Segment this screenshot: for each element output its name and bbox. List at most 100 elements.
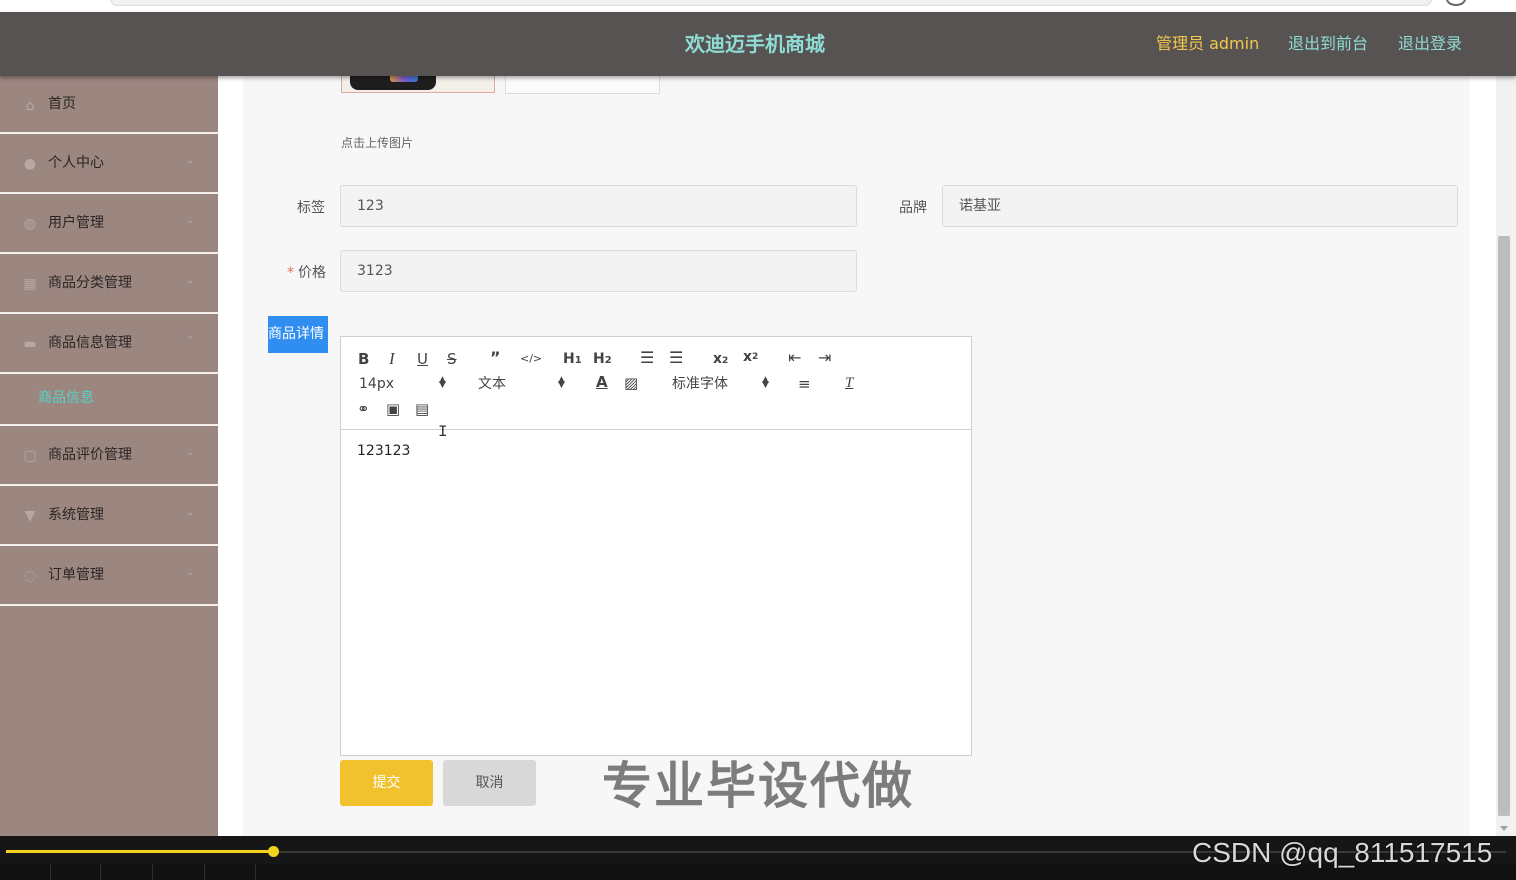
chevron-down-icon: ⌄ bbox=[186, 567, 195, 578]
tag-input[interactable]: 123 bbox=[340, 185, 857, 227]
sidebar-item-system-management[interactable]: ▼ 系统管理 ⌄ bbox=[0, 486, 218, 546]
chevron-down-icon: ⌄ bbox=[186, 507, 195, 518]
control-divider bbox=[50, 864, 51, 880]
chevron-down-icon: ⌄ bbox=[186, 447, 195, 458]
editor-toolbar: B I U S ” </> H1 H2 ☰ ☰ x2 x2 ⇤ ⇥ 14px ▲… bbox=[341, 337, 971, 430]
sidebar-item-label: 商品信息管理 bbox=[48, 335, 132, 351]
heading-1-icon[interactable]: H1 bbox=[563, 350, 582, 370]
font-color-icon[interactable]: A bbox=[596, 373, 608, 391]
chevron-down-icon: ⌄ bbox=[186, 155, 195, 166]
power-icon: ◌ bbox=[23, 568, 37, 584]
logout-link[interactable]: 退出登录 bbox=[1398, 12, 1462, 76]
required-mark: * bbox=[287, 265, 294, 281]
users-icon: ◍ bbox=[23, 216, 37, 232]
sidebar-item-label: 用户管理 bbox=[48, 215, 104, 231]
outdent-icon[interactable]: ⇤ bbox=[788, 349, 801, 367]
bullet-list-icon[interactable]: ☰ bbox=[669, 349, 683, 367]
page-scrollbar[interactable] bbox=[1496, 76, 1516, 836]
ordered-list-icon[interactable]: ☰ bbox=[640, 349, 654, 367]
italic-icon[interactable]: I bbox=[389, 350, 395, 368]
select-arrows-icon: ▲ ▼ bbox=[558, 375, 565, 390]
briefcase-icon: ▬ bbox=[23, 336, 37, 352]
price-label-text: 价格 bbox=[298, 265, 326, 281]
sidebar-item-label: 商品分类管理 bbox=[48, 275, 132, 291]
control-divider bbox=[152, 864, 153, 880]
superscript-icon[interactable]: x2 bbox=[743, 348, 758, 366]
sidebar-item-label: 系统管理 bbox=[48, 507, 104, 523]
editor-content[interactable]: 123123 bbox=[357, 443, 410, 459]
admin-label: 管理员 admin bbox=[1156, 34, 1260, 53]
control-divider bbox=[100, 864, 101, 880]
profile-icon[interactable] bbox=[1446, 0, 1466, 6]
sidebar-item-personal-center[interactable]: ● 个人中心 ⌄ bbox=[0, 134, 218, 194]
control-divider bbox=[255, 864, 256, 880]
price-label: * 价格 bbox=[287, 262, 326, 282]
brand-input[interactable]: 诺基亚 bbox=[942, 185, 1458, 227]
upload-image-hint[interactable]: 点击上传图片 bbox=[341, 134, 413, 151]
chevron-down-icon: ⌄ bbox=[186, 215, 195, 226]
price-input[interactable]: 3123 bbox=[340, 250, 857, 292]
watermark-corner: CSDN @qq_811517515 bbox=[1192, 837, 1493, 868]
top-header: 欢迪迈手机商城 管理员 admin 退出到前台 退出登录 bbox=[0, 12, 1516, 76]
sidebar-item-label: 首页 bbox=[48, 96, 76, 112]
cancel-button[interactable]: 取消 bbox=[443, 760, 536, 806]
font-family-value: 标准字体 bbox=[672, 376, 728, 392]
brand-label: 品牌 bbox=[899, 200, 927, 216]
sidebar-item-category-management[interactable]: ▦ 商品分类管理 ⌄ bbox=[0, 254, 218, 314]
exit-to-front-link[interactable]: 退出到前台 bbox=[1288, 12, 1368, 76]
background-color-icon[interactable]: ▨ bbox=[624, 374, 638, 392]
user-icon: ● bbox=[23, 156, 37, 172]
link-icon[interactable]: ⚭ bbox=[357, 400, 370, 418]
text-cursor-icon: I bbox=[438, 423, 448, 441]
progress-fill bbox=[6, 850, 273, 853]
grid-icon: ▦ bbox=[23, 276, 37, 292]
watermark-center: 专业毕设代做 bbox=[602, 757, 914, 815]
select-arrows-icon: ▲ ▼ bbox=[762, 375, 769, 390]
rich-text-editor[interactable]: B I U S ” </> H1 H2 ☰ ☰ x2 x2 ⇤ ⇥ 14px ▲… bbox=[340, 336, 972, 756]
subscript-icon[interactable]: x2 bbox=[713, 350, 728, 370]
sidebar-subitem-label[interactable]: 商品信息 bbox=[38, 374, 94, 422]
site-title: 欢迪迈手机商城 bbox=[685, 32, 825, 56]
settings-icon: ▼ bbox=[24, 508, 36, 524]
sidebar-subitem-product-info[interactable]: 商品信息 bbox=[0, 374, 218, 426]
header-select-value: 文本 bbox=[478, 376, 506, 392]
sidebar-item-review-management[interactable]: ▢ 商品评价管理 ⌄ bbox=[0, 426, 218, 486]
submit-button[interactable]: 提交 bbox=[340, 760, 433, 806]
sidebar-item-user-management[interactable]: ◍ 用户管理 ⌄ bbox=[0, 194, 218, 254]
header-select[interactable]: 文本 ▲ ▼ bbox=[478, 375, 568, 393]
font-size-value: 14px bbox=[359, 376, 394, 392]
scrollbar-thumb[interactable] bbox=[1498, 236, 1510, 816]
home-icon: ⌂ bbox=[25, 98, 35, 114]
sidebar-item-label: 订单管理 bbox=[48, 567, 104, 583]
font-size-select[interactable]: 14px ▲ ▼ bbox=[359, 375, 449, 393]
chevron-up-icon: ⌃ bbox=[186, 335, 195, 346]
address-bar[interactable] bbox=[110, 0, 1432, 6]
sidebar-item-product-info-management[interactable]: ▬ 商品信息管理 ⌃ bbox=[0, 314, 218, 374]
align-icon[interactable]: ≡ bbox=[798, 375, 811, 393]
sidebar-item-home[interactable]: ⌂ 首页 bbox=[0, 76, 218, 134]
control-divider bbox=[204, 864, 205, 880]
product-detail-label: 商品详情 bbox=[268, 316, 328, 353]
sidebar: ⌂ 首页 ● 个人中心 ⌄ ◍ 用户管理 ⌄ ▦ 商品分类管理 ⌄ ▬ 商品信息… bbox=[0, 76, 218, 836]
underline-icon[interactable]: U bbox=[417, 350, 428, 368]
font-family-select[interactable]: 标准字体 ▲ ▼ bbox=[672, 375, 772, 393]
clear-format-icon[interactable]: T bbox=[845, 374, 853, 392]
sidebar-item-label: 商品评价管理 bbox=[48, 447, 132, 463]
comment-icon: ▢ bbox=[23, 448, 37, 464]
blockquote-icon[interactable]: ” bbox=[490, 349, 501, 367]
bold-icon[interactable]: B bbox=[358, 350, 369, 368]
scroll-down-icon[interactable] bbox=[1500, 826, 1508, 831]
indent-icon[interactable]: ⇥ bbox=[818, 349, 831, 367]
sidebar-item-label: 个人中心 bbox=[48, 155, 104, 171]
chevron-down-icon: ⌄ bbox=[186, 275, 195, 286]
sidebar-item-order-management[interactable]: ◌ 订单管理 ⌄ bbox=[0, 546, 218, 606]
heading-2-icon[interactable]: H2 bbox=[593, 350, 612, 370]
tag-label: 标签 bbox=[297, 200, 325, 216]
strikethrough-icon[interactable]: S bbox=[447, 350, 457, 368]
progress-knob[interactable] bbox=[268, 846, 279, 857]
select-arrows-icon: ▲ ▼ bbox=[439, 375, 446, 390]
image-icon[interactable]: ▣ bbox=[386, 400, 400, 418]
browser-address-strip bbox=[0, 0, 1516, 12]
video-icon[interactable]: ▤ bbox=[415, 400, 429, 418]
code-block-icon[interactable]: </> bbox=[520, 350, 542, 368]
